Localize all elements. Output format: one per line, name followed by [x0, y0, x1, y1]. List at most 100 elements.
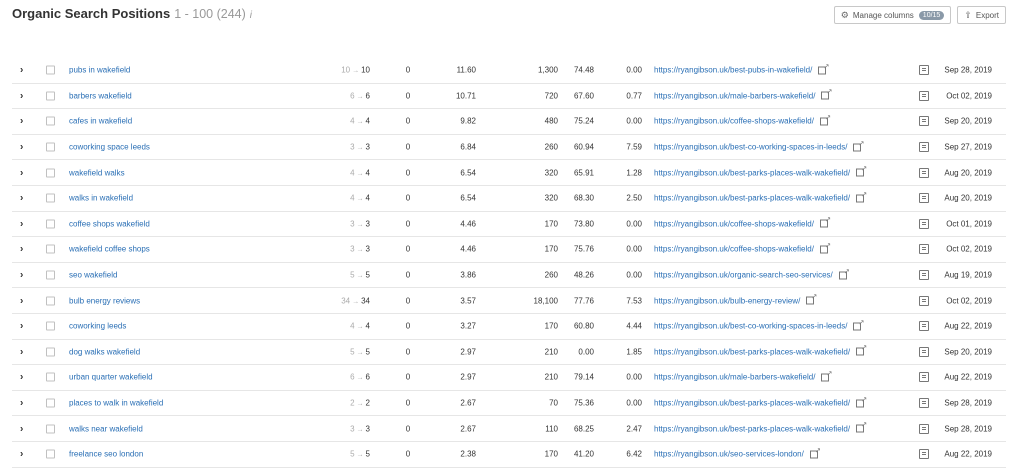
- url-link[interactable]: https://ryangibson.uk/male-barbers-wakef…: [654, 91, 815, 100]
- external-link-icon[interactable]: [821, 369, 832, 382]
- external-link-icon[interactable]: [819, 113, 831, 126]
- url-link[interactable]: https://ryangibson.uk/best-pubs-in-wakef…: [654, 66, 812, 75]
- external-link-icon[interactable]: [853, 139, 864, 152]
- serp-snapshot-icon[interactable]: [919, 423, 929, 434]
- serp-snapshot-icon[interactable]: [919, 193, 929, 204]
- external-link-icon[interactable]: [856, 190, 867, 203]
- expand-row-chevron-icon[interactable]: ›: [20, 295, 23, 306]
- expand-row-chevron-icon[interactable]: ›: [20, 116, 23, 127]
- keyword-link[interactable]: coffee shops wakefield: [69, 219, 150, 228]
- expand-row-chevron-icon[interactable]: ›: [20, 193, 23, 204]
- url-link[interactable]: https://ryangibson.uk/bulb-energy-review…: [654, 296, 800, 305]
- row-checkbox[interactable]: [46, 372, 55, 382]
- external-link-icon[interactable]: [856, 421, 867, 433]
- expand-row-chevron-icon[interactable]: ›: [20, 218, 23, 229]
- serp-snapshot-icon[interactable]: [919, 90, 929, 101]
- keyword-link[interactable]: coworking space leeds: [69, 143, 150, 152]
- url-link[interactable]: https://ryangibson.uk/coffee-shops-wakef…: [654, 219, 814, 228]
- row-checkbox[interactable]: [46, 449, 55, 459]
- expand-row-chevron-icon[interactable]: ›: [20, 346, 23, 357]
- expand-row-chevron-icon[interactable]: ›: [20, 423, 23, 434]
- external-link-icon[interactable]: [856, 395, 867, 408]
- keyword-link[interactable]: cafes in wakefield: [69, 117, 132, 126]
- external-link-icon[interactable]: [819, 241, 831, 254]
- row-checkbox[interactable]: [46, 347, 55, 357]
- row-checkbox[interactable]: [46, 142, 55, 152]
- url-link[interactable]: https://ryangibson.uk/best-parks-places-…: [654, 399, 850, 408]
- url-link[interactable]: https://ryangibson.uk/best-co-working-sp…: [654, 322, 847, 331]
- keyword-link[interactable]: walks near wakefield: [69, 424, 143, 433]
- keyword-link[interactable]: bulb energy reviews: [69, 296, 140, 305]
- url-link[interactable]: https://ryangibson.uk/best-parks-places-…: [654, 347, 850, 356]
- keyword-link[interactable]: coworking leeds: [69, 322, 126, 331]
- keyword-link[interactable]: seo wakefield: [69, 271, 117, 280]
- url-link[interactable]: https://ryangibson.uk/best-parks-places-…: [654, 194, 850, 203]
- keyword-link[interactable]: dog walks wakefield: [69, 347, 140, 356]
- keyword-link[interactable]: barbers wakefield: [69, 91, 132, 100]
- expand-row-chevron-icon[interactable]: ›: [20, 90, 23, 101]
- keyword-link[interactable]: places to walk in wakefield: [69, 399, 163, 408]
- info-icon[interactable]: i: [250, 10, 252, 21]
- row-checkbox[interactable]: [46, 321, 55, 331]
- expand-row-chevron-icon[interactable]: ›: [20, 449, 23, 460]
- expand-row-chevron-icon[interactable]: ›: [20, 270, 23, 281]
- serp-snapshot-icon[interactable]: [919, 346, 929, 357]
- row-checkbox[interactable]: [46, 193, 55, 203]
- serp-snapshot-icon[interactable]: [919, 372, 929, 383]
- row-checkbox[interactable]: [46, 91, 55, 101]
- expand-row-chevron-icon[interactable]: ›: [20, 372, 23, 383]
- row-checkbox[interactable]: [46, 116, 55, 126]
- keyword-link[interactable]: wakefield coffee shops: [69, 245, 150, 254]
- expand-row-chevron-icon[interactable]: ›: [20, 398, 23, 409]
- url-link[interactable]: https://ryangibson.uk/coffee-shops-wakef…: [654, 245, 814, 254]
- row-checkbox[interactable]: [46, 296, 55, 306]
- keyword-link[interactable]: walks in wakefield: [69, 194, 133, 203]
- serp-snapshot-icon[interactable]: [919, 295, 929, 306]
- serp-snapshot-icon[interactable]: [919, 167, 929, 178]
- url-link[interactable]: https://ryangibson.uk/best-co-working-sp…: [654, 143, 847, 152]
- serp-snapshot-icon[interactable]: [919, 321, 929, 332]
- external-link-icon[interactable]: [856, 165, 867, 177]
- serp-snapshot-icon[interactable]: [919, 398, 929, 409]
- export-button[interactable]: ⇪ Export: [957, 6, 1006, 24]
- url-link[interactable]: https://ryangibson.uk/seo-services-londo…: [654, 450, 804, 459]
- url-link[interactable]: https://ryangibson.uk/coffee-shops-wakef…: [654, 117, 814, 126]
- external-link-icon[interactable]: [821, 88, 832, 100]
- search-volume: 210: [544, 372, 558, 382]
- url-link[interactable]: https://ryangibson.uk/organic-search-seo…: [654, 271, 833, 280]
- url-link[interactable]: https://ryangibson.uk/best-parks-places-…: [654, 168, 850, 177]
- external-link-icon[interactable]: [853, 318, 864, 331]
- row-checkbox[interactable]: [46, 398, 55, 408]
- keyword-link[interactable]: wakefield walks: [69, 168, 125, 177]
- external-link-icon[interactable]: [806, 293, 817, 305]
- serp-snapshot-icon[interactable]: [919, 116, 929, 127]
- manage-columns-button[interactable]: ⚙ Manage columns 10/15: [833, 6, 952, 24]
- url-link[interactable]: https://ryangibson.uk/best-parks-places-…: [654, 424, 850, 433]
- external-link-icon[interactable]: [856, 344, 867, 356]
- row-checkbox[interactable]: [46, 424, 55, 434]
- external-link-icon[interactable]: [838, 267, 850, 280]
- external-link-icon[interactable]: [809, 446, 821, 459]
- keyword-link[interactable]: urban quarter wakefield: [69, 373, 153, 382]
- external-link-icon[interactable]: [818, 62, 829, 75]
- row-checkbox[interactable]: [46, 168, 55, 178]
- url-link[interactable]: https://ryangibson.uk/male-barbers-wakef…: [654, 373, 815, 382]
- row-checkbox[interactable]: [46, 219, 55, 229]
- keyword-link[interactable]: freelance seo london: [69, 450, 143, 459]
- serp-snapshot-icon[interactable]: [919, 270, 929, 281]
- row-checkbox[interactable]: [46, 270, 55, 280]
- row-checkbox[interactable]: [46, 244, 55, 254]
- expand-row-chevron-icon[interactable]: ›: [20, 167, 23, 178]
- serp-snapshot-icon[interactable]: [919, 142, 929, 153]
- serp-snapshot-icon[interactable]: [919, 65, 929, 76]
- external-link-icon[interactable]: [819, 216, 831, 228]
- expand-row-chevron-icon[interactable]: ›: [20, 244, 23, 255]
- expand-row-chevron-icon[interactable]: ›: [20, 321, 23, 332]
- serp-snapshot-icon[interactable]: [919, 218, 929, 229]
- expand-row-chevron-icon[interactable]: ›: [20, 65, 23, 76]
- row-checkbox[interactable]: [46, 65, 55, 75]
- serp-snapshot-icon[interactable]: [919, 449, 929, 460]
- expand-row-chevron-icon[interactable]: ›: [20, 142, 23, 153]
- serp-snapshot-icon[interactable]: [919, 244, 929, 255]
- keyword-link[interactable]: pubs in wakefield: [69, 66, 130, 75]
